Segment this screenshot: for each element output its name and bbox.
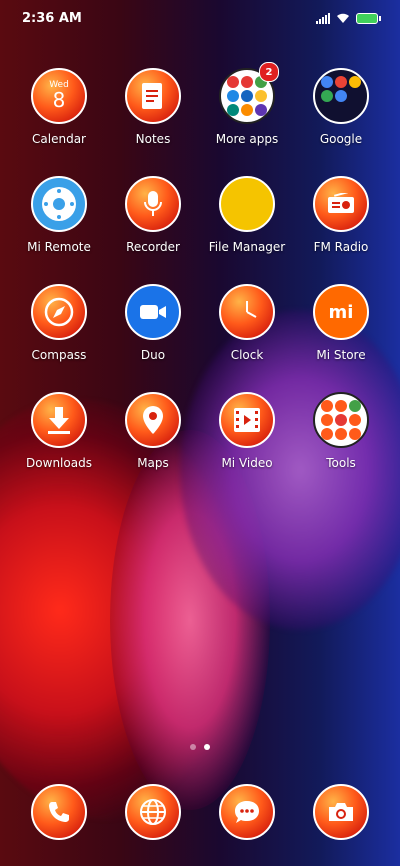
dock-messages[interactable] [200, 784, 294, 840]
calendar-icon: Wed 8 [31, 68, 87, 124]
app-fm-radio[interactable]: FM Radio [294, 176, 388, 254]
mi-store-icon: mi [313, 284, 369, 340]
app-tools-folder[interactable]: Tools [294, 392, 388, 470]
folder-icon [313, 392, 369, 448]
app-label: Mi Video [221, 456, 273, 470]
app-label: Google [319, 132, 363, 146]
app-more-apps-folder[interactable]: 2 More apps [200, 62, 294, 146]
compass-icon [31, 284, 87, 340]
app-label: File Manager [208, 240, 286, 254]
download-icon [31, 392, 87, 448]
app-mi-store[interactable]: mi Mi Store [294, 284, 388, 362]
page-dot-active[interactable] [204, 744, 210, 750]
app-notes[interactable]: Notes [106, 68, 200, 146]
app-label: Mi Store [316, 348, 366, 362]
dock-phone[interactable] [12, 784, 106, 840]
app-label: Calendar [32, 132, 86, 146]
page-dot[interactable] [190, 744, 196, 750]
app-label: More apps [215, 132, 279, 146]
message-icon [219, 784, 275, 840]
app-label: Duo [140, 348, 166, 362]
app-label: Downloads [26, 456, 92, 470]
app-file-manager[interactable]: File Manager [200, 176, 294, 254]
app-grid: Wed 8 Calendar Notes 2 More apps Google … [0, 62, 400, 470]
remote-icon [31, 176, 87, 232]
app-label: FM Radio [313, 240, 369, 254]
app-clock[interactable]: Clock [200, 284, 294, 362]
status-icons [316, 12, 381, 24]
clock-icon [219, 284, 275, 340]
app-label: Clock [230, 348, 264, 362]
app-downloads[interactable]: Downloads [12, 392, 106, 470]
microphone-icon [125, 176, 181, 232]
app-label: Notes [135, 132, 171, 146]
calendar-day-number: 8 [52, 88, 66, 112]
app-mi-video[interactable]: Mi Video [200, 392, 294, 470]
dock-camera[interactable] [294, 784, 388, 840]
battery-icon [356, 12, 381, 24]
mi-logo: mi [328, 301, 354, 323]
app-calendar[interactable]: Wed 8 Calendar [12, 68, 106, 146]
globe-icon [125, 784, 181, 840]
signal-icon [316, 12, 330, 24]
home-screen: 2:36 AM Wed 8 Calendar Notes 2 More apps… [0, 0, 400, 866]
folder-icon [313, 68, 369, 124]
app-maps[interactable]: Maps [106, 392, 200, 470]
app-label: Maps [137, 456, 169, 470]
app-label: Tools [326, 456, 356, 470]
app-compass[interactable]: Compass [12, 284, 106, 362]
notes-icon [125, 68, 181, 124]
file-manager-icon [219, 176, 275, 232]
app-google-folder[interactable]: Google [294, 68, 388, 146]
app-recorder[interactable]: Recorder [106, 176, 200, 254]
folder-icon: 2 [219, 62, 279, 124]
map-pin-icon [125, 392, 181, 448]
app-label: Mi Remote [27, 240, 91, 254]
notification-badge: 2 [259, 62, 279, 82]
video-camera-icon [125, 284, 181, 340]
status-bar: 2:36 AM [0, 0, 400, 36]
page-indicator [0, 744, 400, 750]
phone-icon [31, 784, 87, 840]
app-duo[interactable]: Duo [106, 284, 200, 362]
wifi-icon [337, 13, 349, 23]
dock-browser[interactable] [106, 784, 200, 840]
film-icon [219, 392, 275, 448]
dock [0, 784, 400, 840]
app-mi-remote[interactable]: Mi Remote [12, 176, 106, 254]
radio-icon [313, 176, 369, 232]
app-label: Compass [31, 348, 87, 362]
app-label: Recorder [126, 240, 180, 254]
status-time: 2:36 AM [22, 10, 82, 26]
camera-icon [313, 784, 369, 840]
